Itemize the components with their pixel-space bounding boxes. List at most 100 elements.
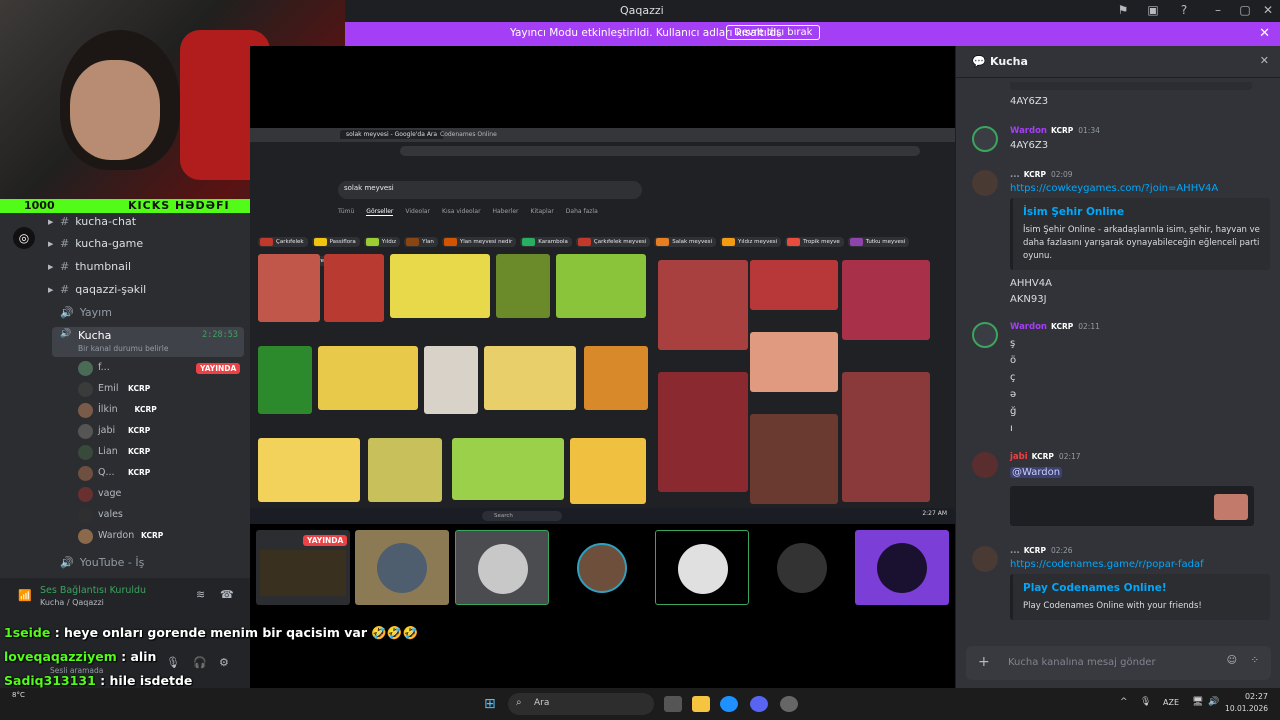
- filter-tab[interactable]: Videolar: [405, 208, 430, 215]
- avatar[interactable]: [972, 452, 998, 478]
- image-result[interactable]: [556, 254, 646, 318]
- filter-tab[interactable]: Tümü: [338, 208, 354, 215]
- tile-participant[interactable]: [755, 530, 849, 605]
- voice-connected-label[interactable]: Ses Bağlantısı Kuruldu: [40, 585, 146, 596]
- image-chip[interactable]: Ylan meyvesi nedir: [441, 237, 517, 247]
- image-chip[interactable]: Passiflora: [311, 237, 360, 247]
- browser-tab[interactable]: Codenames Online: [440, 131, 497, 138]
- voice-member[interactable]: Lian KCRP: [78, 443, 248, 463]
- weather-widget[interactable]: 8°C: [12, 691, 25, 699]
- image-chip[interactable]: Ylan: [404, 237, 438, 247]
- tile-participant[interactable]: [555, 530, 649, 605]
- close-window-icon[interactable]: ✕: [1260, 3, 1276, 19]
- maximize-icon[interactable]: ▢: [1237, 3, 1253, 19]
- tray-mic-icon[interactable]: 🎙: [1140, 697, 1151, 707]
- voice-member[interactable]: Q... KCRP: [78, 464, 248, 484]
- close-banner-icon[interactable]: ✕: [1259, 26, 1270, 41]
- language-indicator[interactable]: AZE: [1163, 698, 1179, 707]
- image-result[interactable]: [258, 346, 312, 414]
- start-icon[interactable]: ⊞: [484, 696, 496, 712]
- screen-share[interactable]: solak meyvesi - Google'da Ara Codenames …: [250, 128, 955, 524]
- voice-member[interactable]: jabi KCRP: [78, 422, 248, 442]
- tile-participant[interactable]: [355, 530, 449, 605]
- inbox-icon[interactable]: ⚑: [1115, 3, 1131, 19]
- screen-icon[interactable]: ▣: [1145, 3, 1161, 19]
- volume-icon[interactable]: 🔊: [1208, 697, 1219, 707]
- username[interactable]: jabi: [1010, 452, 1028, 462]
- embed-title[interactable]: İsim Şehir Online: [1023, 206, 1260, 218]
- voice-member[interactable]: İlkin KCRP: [78, 401, 248, 421]
- voice-member[interactable]: Wardon KCRP: [78, 527, 248, 547]
- tile-participant[interactable]: [655, 530, 749, 605]
- image-result[interactable]: [750, 414, 838, 504]
- filter-tab[interactable]: Haberler: [493, 208, 519, 215]
- avatar[interactable]: [972, 546, 998, 572]
- tray-chevron-icon[interactable]: ^: [1120, 697, 1128, 707]
- image-chip[interactable]: Salak meyvesi: [654, 237, 717, 247]
- image-result[interactable]: [368, 438, 442, 502]
- username[interactable]: Wardon: [1010, 126, 1047, 136]
- image-result[interactable]: [658, 372, 748, 492]
- server-icon[interactable]: ◎: [13, 227, 35, 249]
- image-result[interactable]: [318, 346, 418, 410]
- settings-gear-icon[interactable]: ⚙: [219, 656, 229, 669]
- message-link[interactable]: https://codenames.game/r/popar-fadaf: [1010, 559, 1204, 570]
- image-result[interactable]: [258, 438, 360, 502]
- image-result[interactable]: [750, 332, 838, 392]
- image-result[interactable]: [570, 438, 646, 504]
- browser-tab[interactable]: solak meyvesi - Google'da Ara: [340, 130, 444, 139]
- edge-icon[interactable]: [720, 696, 738, 712]
- tile-stream-preview[interactable]: YAYINDA: [256, 530, 350, 605]
- close-chat-icon[interactable]: ✕: [1260, 54, 1269, 67]
- voice-channel-kucha[interactable]: 🔊 Kucha 2:28:53 Bir kanal durumu belirle: [52, 327, 244, 357]
- filter-tab[interactable]: Görseller: [366, 208, 394, 216]
- channel-thumbnail[interactable]: ▶ # thumbnail: [48, 260, 248, 280]
- help-icon[interactable]: ?: [1176, 3, 1192, 19]
- os-search[interactable]: ⌕ Ara: [508, 693, 654, 715]
- image-result[interactable]: [484, 346, 576, 410]
- image-result[interactable]: [258, 254, 320, 322]
- channel-kucha-chat[interactable]: ▶ # kucha-chat: [48, 215, 248, 235]
- file-explorer-icon[interactable]: [692, 696, 710, 712]
- attached-image[interactable]: [1010, 486, 1254, 526]
- image-result[interactable]: [584, 346, 648, 410]
- image-chip[interactable]: Yıldız meyvesi: [720, 237, 782, 247]
- image-result[interactable]: [390, 254, 490, 318]
- channel-status[interactable]: Bir kanal durumu belirle: [78, 344, 168, 353]
- username[interactable]: ...: [1010, 546, 1020, 556]
- clock-time[interactable]: 02:27: [1228, 692, 1268, 701]
- emoji-icon[interactable]: ☺: [1227, 655, 1237, 666]
- voice-channel-youtube[interactable]: 🔊 YouTube - İş: [48, 556, 248, 576]
- task-view-icon[interactable]: [664, 696, 682, 712]
- image-chip[interactable]: Yıldız: [363, 237, 401, 247]
- message-link[interactable]: https://cowkeygames.com/?join=AHHV4A: [1010, 183, 1218, 194]
- voice-channel-yayim[interactable]: 🔊 Yayım: [48, 306, 248, 326]
- image-result[interactable]: [424, 346, 478, 414]
- embed-title[interactable]: Play Codenames Online!: [1023, 582, 1260, 594]
- filter-tab[interactable]: Kitaplar: [531, 208, 554, 215]
- avatar[interactable]: [972, 322, 998, 348]
- filter-tab[interactable]: Daha fazla: [566, 208, 598, 215]
- image-chip[interactable]: Çarkıfelek meyvesi: [575, 237, 651, 247]
- minimize-icon[interactable]: –: [1210, 3, 1226, 19]
- add-attachment-icon[interactable]: +: [978, 654, 990, 670]
- image-result[interactable]: [496, 254, 550, 318]
- image-result[interactable]: [750, 260, 838, 310]
- mention[interactable]: @Wardon: [1010, 467, 1063, 478]
- tile-participant[interactable]: [455, 530, 549, 605]
- voice-member[interactable]: Emil KCRP: [78, 380, 248, 400]
- address-bar[interactable]: [400, 146, 920, 156]
- noise-icon[interactable]: ≋: [196, 588, 205, 601]
- image-result[interactable]: [324, 254, 384, 322]
- avatar[interactable]: [972, 170, 998, 196]
- image-chip[interactable]: Çarkıfelek: [258, 237, 308, 247]
- voice-member[interactable]: vales: [78, 506, 248, 526]
- image-result[interactable]: [842, 260, 930, 340]
- tile-participant[interactable]: [855, 530, 949, 605]
- clock-date[interactable]: 10.01.2026: [1222, 704, 1268, 713]
- image-result[interactable]: [842, 372, 930, 502]
- image-chip[interactable]: Tropik meyve: [785, 237, 844, 247]
- image-chip[interactable]: Tutku meyvesi: [847, 237, 910, 247]
- channel-kucha-game[interactable]: ▶ # kucha-game: [48, 237, 248, 257]
- disable-button[interactable]: Devre dışı bırak: [726, 25, 821, 40]
